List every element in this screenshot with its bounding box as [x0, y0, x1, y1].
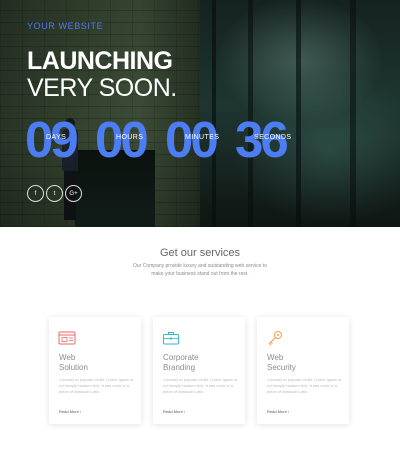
read-more-link[interactable]: Read More ›: [59, 409, 81, 414]
hero-section: YOUR WEBSITE LAUNCHING VERY SOON. 09 DAY…: [0, 0, 400, 227]
countdown-days-label: DAYS: [46, 134, 67, 141]
headline-launching: LAUNCHING: [27, 47, 173, 75]
read-more-link[interactable]: Read More ›: [163, 409, 185, 414]
facebook-icon[interactable]: f: [27, 185, 44, 202]
service-card-web-solution: Web Solution Contrary to popular belief,…: [49, 317, 141, 424]
service-title: Corporate Branding: [163, 353, 199, 372]
twitter-icon[interactable]: t: [46, 185, 63, 202]
read-more-link[interactable]: Read More ›: [267, 409, 289, 414]
web-browser-icon: [58, 331, 76, 345]
briefcase-icon: [163, 332, 179, 345]
countdown-seconds-label: SECONDS: [254, 134, 292, 141]
google-plus-icon[interactable]: G+: [65, 185, 82, 202]
service-title: Web Security: [267, 353, 296, 372]
key-icon: [268, 331, 282, 346]
headline-very-soon: VERY SOON.: [27, 74, 177, 102]
service-text: Contrary to popular belief, Lorem Ipsum …: [163, 377, 238, 394]
service-title: Web Solution: [59, 353, 88, 372]
countdown-hours-label: HOURS: [116, 134, 144, 141]
countdown-timer: 09 DAYS 00 HOURS 00 MINUTES 36 SECONDS: [25, 112, 315, 172]
service-text: Contrary to popular belief, Lorem Ipsum …: [267, 377, 342, 394]
site-brand-link[interactable]: YOUR WEBSITE: [27, 21, 103, 31]
services-title: Get our services: [159, 247, 241, 259]
countdown-minutes-label: MINUTES: [185, 134, 220, 141]
services-description: Our Company provide luxury and outstandi…: [133, 263, 267, 277]
service-text: Contrary to popular belief, Lorem Ipsum …: [59, 377, 134, 394]
service-card-web-security: Web Security Contrary to popular belief,…: [257, 317, 349, 424]
service-card-corporate-branding: Corporate Branding Contrary to popular b…: [153, 317, 245, 424]
